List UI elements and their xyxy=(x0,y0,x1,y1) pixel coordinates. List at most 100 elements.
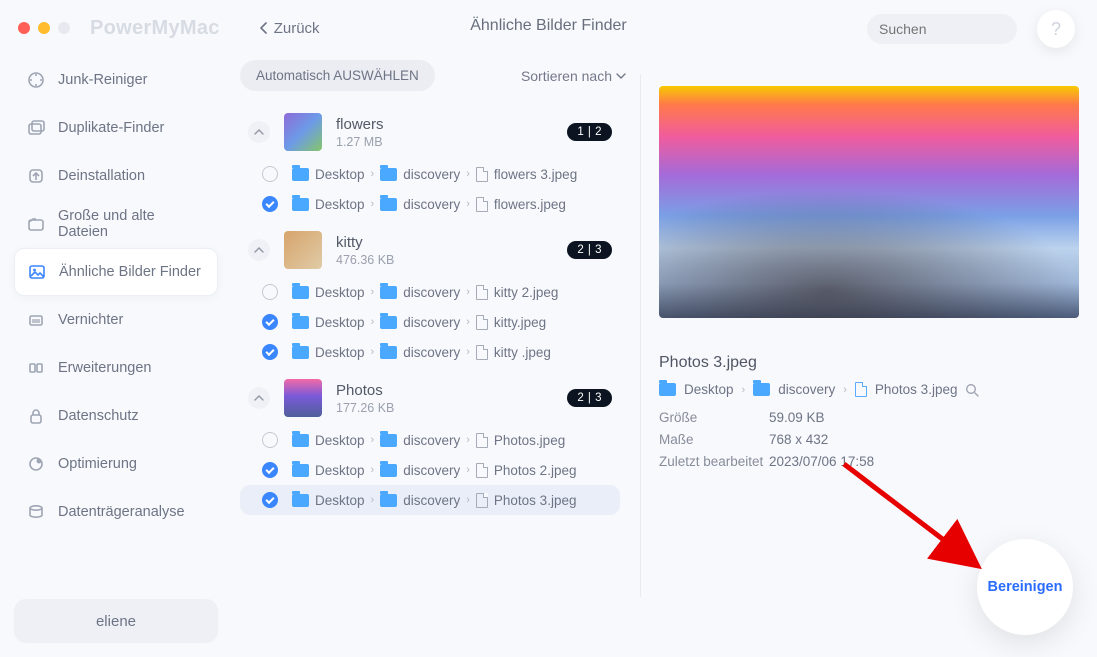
titlebar: PowerMyMac Zurück Ähnliche Bilder Finder… xyxy=(0,0,1097,56)
collapse-toggle[interactable] xyxy=(248,387,270,409)
file-row[interactable]: Desktop›discovery›kitty 2.jpeg xyxy=(240,277,620,307)
folder-icon xyxy=(380,434,397,447)
meta-key-modified: Zuletzt bearbeitet xyxy=(659,451,769,473)
auto-select-button[interactable]: Automatisch AUSWÄHLEN xyxy=(240,60,435,91)
folder-icon xyxy=(380,198,397,211)
back-button[interactable]: Zurück xyxy=(260,20,320,37)
path-segment: Desktop xyxy=(315,197,365,212)
file-checkbox[interactable] xyxy=(262,432,278,448)
file-row[interactable]: Desktop›discovery›Photos 3.jpeg xyxy=(240,485,620,515)
reveal-icon[interactable] xyxy=(965,383,979,397)
search-input[interactable] xyxy=(879,21,1060,37)
path-segment: discovery xyxy=(403,433,460,448)
group-header[interactable]: kitty476.36 KB2 | 3 xyxy=(240,223,620,277)
collapse-toggle[interactable] xyxy=(248,239,270,261)
file-path: Desktop›discovery›Photos 2.jpeg xyxy=(292,463,576,478)
sidebar-item-label: Duplikate-Finder xyxy=(58,120,164,136)
sidebar-item-label: Ähnliche Bilder Finder xyxy=(59,264,201,280)
file-icon xyxy=(476,463,488,478)
sidebar-icon xyxy=(26,214,46,234)
sidebar-item-deinstallation[interactable]: Deinstallation xyxy=(14,152,218,200)
file-row[interactable]: Desktop›discovery›flowers 3.jpeg xyxy=(240,159,620,189)
sidebar-item-duplikate-finder[interactable]: Duplikate-Finder xyxy=(14,104,218,152)
file-checkbox[interactable] xyxy=(262,344,278,360)
sidebar-item--hnliche-bilder-finder[interactable]: Ähnliche Bilder Finder xyxy=(14,248,218,296)
folder-icon xyxy=(292,434,309,447)
sidebar-icon xyxy=(26,166,46,186)
group-thumbnail xyxy=(284,113,322,151)
close-window-button[interactable] xyxy=(18,22,30,34)
file-checkbox[interactable] xyxy=(262,284,278,300)
path-segment: discovery xyxy=(403,197,460,212)
chevron-right-icon: › xyxy=(466,316,470,328)
folder-icon xyxy=(753,383,770,396)
zoom-window-button[interactable] xyxy=(58,22,70,34)
help-button[interactable]: ? xyxy=(1037,10,1075,48)
sidebar-item-erweiterungen[interactable]: Erweiterungen xyxy=(14,344,218,392)
chevron-right-icon: › xyxy=(371,464,375,476)
sort-label: Sortieren nach xyxy=(521,68,612,84)
sidebar-item-label: Datenträgeranalyse xyxy=(58,504,185,520)
group-title: kitty xyxy=(336,234,567,251)
file-checkbox[interactable] xyxy=(262,492,278,508)
file-row[interactable]: Desktop›discovery›kitty.jpeg xyxy=(240,307,620,337)
chevron-right-icon: › xyxy=(466,434,470,446)
chevron-right-icon: › xyxy=(843,384,847,396)
chevron-right-icon: › xyxy=(466,198,470,210)
sidebar-item-junk-reiniger[interactable]: Junk-Reiniger xyxy=(14,56,218,104)
folder-icon xyxy=(380,316,397,329)
breadcrumb-segment: Photos 3.jpeg xyxy=(875,382,958,397)
clean-button[interactable]: Bereinigen xyxy=(977,539,1073,635)
file-path: Desktop›discovery›Photos 3.jpeg xyxy=(292,493,576,508)
breadcrumb-segment: Desktop xyxy=(684,382,734,397)
sort-dropdown[interactable]: Sortieren nach xyxy=(521,68,626,84)
file-icon xyxy=(476,285,488,300)
sidebar-item-label: Junk-Reiniger xyxy=(58,72,147,88)
chevron-right-icon: › xyxy=(742,384,746,396)
folder-icon xyxy=(380,346,397,359)
group-header[interactable]: flowers1.27 MB1 | 2 xyxy=(240,105,620,159)
meta-val-dimensions: 768 x 432 xyxy=(769,429,828,451)
sidebar-item-optimierung[interactable]: Optimierung xyxy=(14,440,218,488)
file-checkbox[interactable] xyxy=(262,462,278,478)
preview-image xyxy=(659,86,1079,318)
chevron-right-icon: › xyxy=(371,434,375,446)
chevron-down-icon xyxy=(616,73,626,79)
sidebar-item-datentr-geranalyse[interactable]: Datenträgeranalyse xyxy=(14,488,218,536)
file-path: Desktop›discovery›flowers 3.jpeg xyxy=(292,167,577,182)
path-segment: Desktop xyxy=(315,433,365,448)
sidebar-icon xyxy=(26,406,46,426)
group: flowers1.27 MB1 | 2Desktop›discovery›flo… xyxy=(240,105,620,219)
file-checkbox[interactable] xyxy=(262,196,278,212)
sidebar-icon xyxy=(26,502,46,522)
user-pill[interactable]: eliene xyxy=(14,599,218,643)
chevron-right-icon: › xyxy=(371,198,375,210)
collapse-toggle[interactable] xyxy=(248,121,270,143)
sidebar-item-vernichter[interactable]: Vernichter xyxy=(14,296,218,344)
sidebar-item-gro-e-und-alte-dateien[interactable]: Große und alte Dateien xyxy=(14,200,218,248)
folder-icon xyxy=(380,494,397,507)
path-segment: Desktop xyxy=(315,285,365,300)
page-title: Ähnliche Bilder Finder xyxy=(470,17,627,35)
sidebar-icon xyxy=(26,454,46,474)
file-name: flowers.jpeg xyxy=(494,197,566,212)
sidebar-item-datenschutz[interactable]: Datenschutz xyxy=(14,392,218,440)
group-header[interactable]: Photos177.26 KB2 | 3 xyxy=(240,371,620,425)
group-count-badge: 1 | 2 xyxy=(567,123,612,141)
sidebar-icon xyxy=(26,358,46,378)
file-row[interactable]: Desktop›discovery›kitty .jpeg xyxy=(240,337,620,367)
group-count-badge: 2 | 3 xyxy=(567,241,612,259)
file-row[interactable]: Desktop›discovery›Photos 2.jpeg xyxy=(240,455,620,485)
minimize-window-button[interactable] xyxy=(38,22,50,34)
path-segment: discovery xyxy=(403,285,460,300)
chevron-right-icon: › xyxy=(371,286,375,298)
folder-icon xyxy=(380,168,397,181)
file-path: Desktop › discovery › flowers.jpeg xyxy=(292,197,566,212)
file-row[interactable]: Desktop › discovery › flowers.jpeg xyxy=(240,189,620,219)
file-icon xyxy=(476,167,488,182)
folder-icon xyxy=(292,168,309,181)
file-checkbox[interactable] xyxy=(262,166,278,182)
file-row[interactable]: Desktop›discovery›Photos.jpeg xyxy=(240,425,620,455)
search-field[interactable] xyxy=(867,14,1017,44)
file-checkbox[interactable] xyxy=(262,314,278,330)
